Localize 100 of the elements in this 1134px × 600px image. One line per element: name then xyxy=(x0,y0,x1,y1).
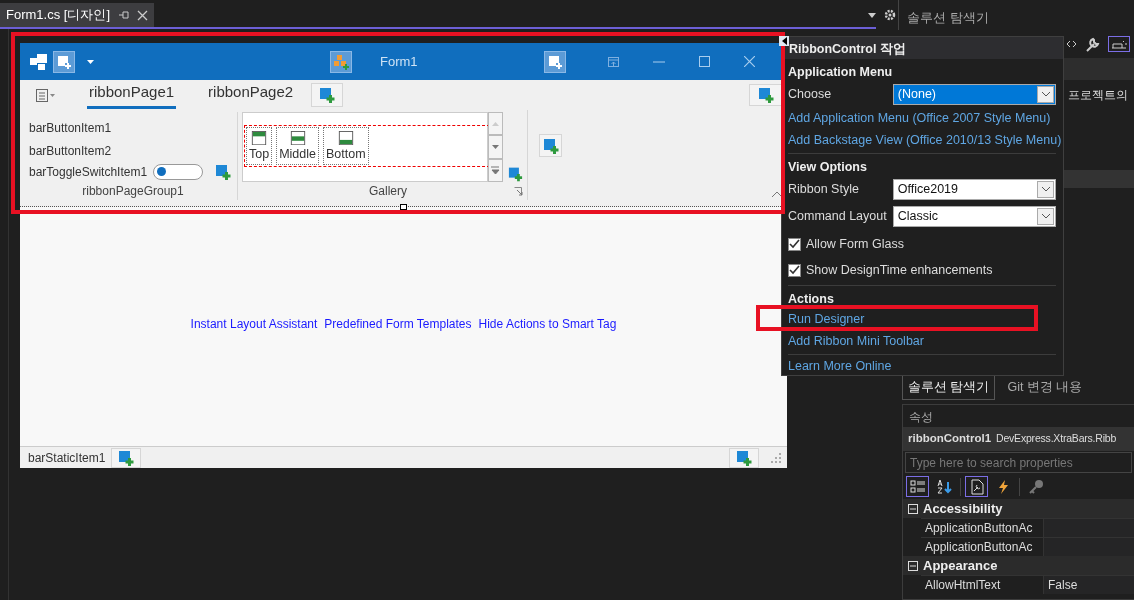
toolbar-button[interactable] xyxy=(906,476,929,497)
action-link[interactable]: Add Ribbon Mini Toolbar xyxy=(788,331,924,351)
chevron-icon[interactable] xyxy=(1041,214,1050,219)
resize-handle[interactable] xyxy=(400,204,407,210)
bar-button[interactable]: barButtonItem2 xyxy=(29,142,112,160)
form-title: Form1 xyxy=(380,52,418,71)
panel-tab[interactable]: Git 변경 내용 xyxy=(1001,373,1089,401)
checkbox-label: Allow Form Glass xyxy=(806,235,904,253)
search-field[interactable]: Type here to search properties xyxy=(905,452,1132,473)
property-value[interactable]: False xyxy=(1044,576,1134,594)
checkbox[interactable] xyxy=(788,263,801,277)
add-icon xyxy=(56,53,72,70)
chevron-icon[interactable] xyxy=(1041,186,1050,192)
maximize-icon[interactable] xyxy=(698,56,710,67)
shapes-add-icon xyxy=(333,53,349,70)
category-title: Accessibility xyxy=(923,499,1003,518)
app-icon[interactable] xyxy=(30,53,47,70)
add-icon xyxy=(542,137,559,154)
group-caption: ribbonPageGroup1 xyxy=(81,183,185,200)
field-label: Choose xyxy=(788,85,833,103)
categorized-icon xyxy=(909,478,926,495)
checkbox[interactable] xyxy=(788,237,801,251)
group-caption: Gallery xyxy=(368,183,408,200)
field-value: Office2019 xyxy=(897,180,959,198)
dropdown-field[interactable]: Office2019 xyxy=(892,178,1056,200)
expand-icon xyxy=(491,166,501,175)
chevron-icon[interactable] xyxy=(1041,91,1050,97)
section-heading: Application Menu xyxy=(788,64,894,81)
object-type: DevExpress.XtraBars.Ribb xyxy=(996,431,1117,447)
add-item-button[interactable] xyxy=(729,447,759,468)
caret-icon[interactable] xyxy=(87,59,94,64)
panel-title: 솔루션 탐색기 xyxy=(898,0,1134,30)
smart-tag-button[interactable] xyxy=(779,36,789,46)
properties-button[interactable] xyxy=(1108,36,1130,52)
gallery-item[interactable]: Middle xyxy=(276,127,319,165)
left-arrow-icon xyxy=(781,37,787,45)
add-item-button[interactable] xyxy=(53,50,75,73)
field-value: Classic xyxy=(897,208,939,226)
action-link[interactable]: Run Designer xyxy=(788,309,865,329)
close-icon[interactable] xyxy=(137,9,148,21)
add-item-button[interactable] xyxy=(543,50,566,73)
add-icon xyxy=(118,449,135,466)
up-icon xyxy=(492,121,500,126)
section-heading: View Options xyxy=(788,159,868,176)
gallery-item[interactable]: Bottom xyxy=(323,127,369,165)
dropdown-field[interactable]: (None) xyxy=(892,83,1056,105)
action-link[interactable]: Add Application Menu (Office 2007 Style Menu) xyxy=(788,108,1051,128)
align-middle-icon xyxy=(289,131,306,146)
toggle-label: barToggleSwitchItem1 xyxy=(29,163,148,181)
add-icon xyxy=(546,53,563,70)
pin-icon[interactable] xyxy=(118,9,129,21)
add-gallery-button[interactable] xyxy=(330,50,352,73)
designer-link[interactable]: Hide Actions to Smart Tag xyxy=(478,314,617,333)
key-icon xyxy=(1027,478,1044,495)
category-title: Appearance xyxy=(923,556,998,575)
down-icon xyxy=(492,145,500,149)
checkbox-label: Show DesignTime enhancements xyxy=(806,261,993,279)
settings-icon[interactable] xyxy=(884,9,896,21)
action-link[interactable]: Learn More Online xyxy=(788,356,892,376)
action-link[interactable]: Add Backstage View (Office 2010/13 Style Menu) xyxy=(788,130,1062,150)
code-icon[interactable] xyxy=(1066,40,1077,48)
add-icon xyxy=(736,449,752,466)
field-label: Command Layout xyxy=(788,208,888,226)
panel-title: RibbonControl 작업 xyxy=(782,37,1063,59)
add-icon xyxy=(757,87,774,103)
dialog-launcher-icon[interactable] xyxy=(514,186,523,196)
page-wrench-icon xyxy=(968,478,985,495)
designer-link[interactable]: Instant Layout Assistant xyxy=(190,314,318,333)
tree-text: 프로젝트의 xyxy=(1068,88,1128,102)
add-item-button[interactable] xyxy=(311,83,344,107)
add-item-button[interactable] xyxy=(539,134,562,157)
add-item-button[interactable] xyxy=(749,84,782,106)
tab-title: Form1.cs [디자인] xyxy=(6,6,110,25)
panel-title: 속성 xyxy=(908,409,934,426)
add-item-button[interactable] xyxy=(111,447,142,468)
check-icon xyxy=(789,239,800,249)
wrench-icon[interactable] xyxy=(1085,36,1100,52)
bar-button[interactable]: barButtonItem1 xyxy=(29,119,112,138)
expand-button[interactable] xyxy=(488,158,504,182)
ribbon-tab[interactable]: ribbonPage2 xyxy=(206,81,296,109)
section-heading: Actions xyxy=(788,291,835,308)
scroll-down-button[interactable] xyxy=(488,135,504,159)
gallery-item[interactable]: Top xyxy=(246,127,273,165)
align-bottom-icon xyxy=(337,131,354,146)
close-icon[interactable] xyxy=(743,56,755,67)
field-label: Ribbon Style xyxy=(788,180,860,198)
toggle-switch[interactable] xyxy=(153,163,204,180)
status-item: barStaticItem1 xyxy=(28,449,106,467)
caret-icon[interactable] xyxy=(868,12,876,18)
menu-icon[interactable] xyxy=(35,87,55,103)
add-icon xyxy=(508,166,523,182)
dropdown-field[interactable]: Classic xyxy=(892,206,1056,227)
align-top-icon xyxy=(251,131,268,146)
size-grip-icon[interactable] xyxy=(771,452,781,463)
add-icon xyxy=(319,87,336,103)
designer-link[interactable]: Predefined Form Templates xyxy=(324,314,472,333)
document-tab[interactable]: Form1.cs [디자인] xyxy=(0,3,154,27)
toolbar-button[interactable] xyxy=(965,476,988,497)
sort-icon xyxy=(936,478,953,495)
check-icon xyxy=(789,265,800,275)
